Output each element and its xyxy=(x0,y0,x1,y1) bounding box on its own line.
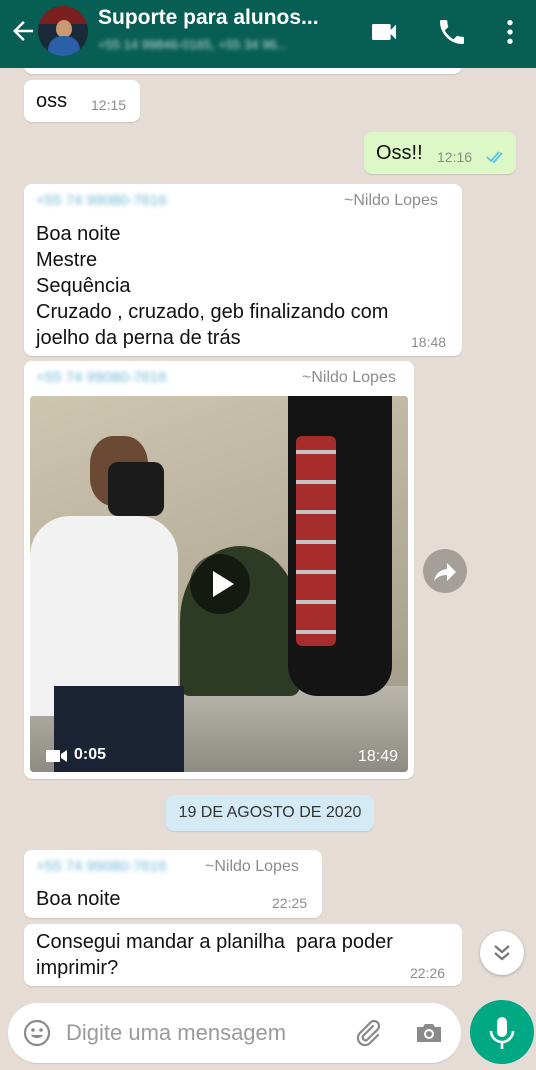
message-bubble-incoming[interactable]: Consegui mandar a planilha para poder im… xyxy=(24,924,462,986)
forward-button[interactable] xyxy=(423,549,467,593)
avatar[interactable] xyxy=(38,6,88,56)
message-bubble-video[interactable]: +55 74 99080-7616 ~Nildo Lopes 0:05 18:4… xyxy=(24,361,414,779)
message-time: 22:25 xyxy=(272,895,308,911)
message-bubble-incoming[interactable]: oss 12:15 xyxy=(24,80,140,122)
message-text: oss xyxy=(36,90,68,112)
message-time: 22:26 xyxy=(410,965,446,981)
double-chevron-down-icon xyxy=(494,945,510,961)
composer xyxy=(8,1003,461,1063)
more-vertical-icon[interactable] xyxy=(494,16,526,48)
play-button[interactable] xyxy=(190,554,250,614)
share-arrow-icon xyxy=(434,563,456,581)
message-time: 18:48 xyxy=(411,334,447,350)
message-time: 18:49 xyxy=(358,748,399,765)
play-icon xyxy=(213,571,234,597)
video-camera-icon xyxy=(46,750,67,762)
message-text: Consegui mandar a planilha para poder im… xyxy=(36,931,393,979)
microphone-button[interactable] xyxy=(470,1000,534,1064)
message-text: Oss!! xyxy=(376,142,423,164)
sender-name: ~Nildo Lopes xyxy=(344,192,438,209)
message-bubble-incoming[interactable]: +55 74 99080-7616 ~Nildo Lopes Boa noite… xyxy=(24,850,322,918)
sender-name: ~Nildo Lopes xyxy=(205,858,299,875)
camera-icon[interactable] xyxy=(413,1017,445,1049)
chat-header: Suporte para alunos... +55 14 99846-0165… xyxy=(0,0,536,68)
sender-name: ~Nildo Lopes xyxy=(302,369,396,386)
participants-subtitle[interactable]: +55 14 99846-0165, +55 34 96... xyxy=(98,37,353,52)
paperclip-icon[interactable] xyxy=(352,1017,384,1049)
microphone-icon xyxy=(489,1017,515,1049)
message-bubble-outgoing[interactable]: Oss!! 12:16 xyxy=(364,132,516,174)
scroll-to-bottom-button[interactable] xyxy=(480,931,524,975)
phone-icon[interactable] xyxy=(436,16,468,48)
message-text: Boa noite xyxy=(36,888,121,910)
message-bubble-incoming[interactable]: +55 74 99080-7616 ~Nildo Lopes Boa noite… xyxy=(24,184,462,356)
emoji-icon[interactable] xyxy=(21,1017,53,1049)
double-check-icon xyxy=(486,151,503,164)
video-duration: 0:05 xyxy=(74,746,107,763)
date-separator: 19 DE AGOSTO DE 2020 xyxy=(166,795,374,831)
chat-title[interactable]: Suporte para alunos... xyxy=(98,6,348,30)
sender-phone[interactable]: +55 74 99080-7616 xyxy=(36,369,167,386)
message-time: 12:16 xyxy=(437,149,473,165)
message-time: 12:15 xyxy=(91,97,127,113)
video-camera-icon[interactable] xyxy=(368,16,400,48)
message-text: Boa noite Mestre Sequência Cruzado , cru… xyxy=(36,223,389,349)
sender-phone[interactable]: +55 74 99080-7616 xyxy=(36,192,167,209)
sender-phone[interactable]: +55 74 99080-7616 xyxy=(36,858,167,875)
message-bubble-partial[interactable] xyxy=(24,68,462,74)
message-list[interactable]: oss 12:15 Oss!! 12:16 +55 74 99080-7616 … xyxy=(0,68,536,1000)
message-input[interactable] xyxy=(66,1003,336,1063)
video-thumbnail[interactable]: 0:05 18:49 xyxy=(30,396,408,772)
arrow-left-icon[interactable] xyxy=(8,16,38,46)
